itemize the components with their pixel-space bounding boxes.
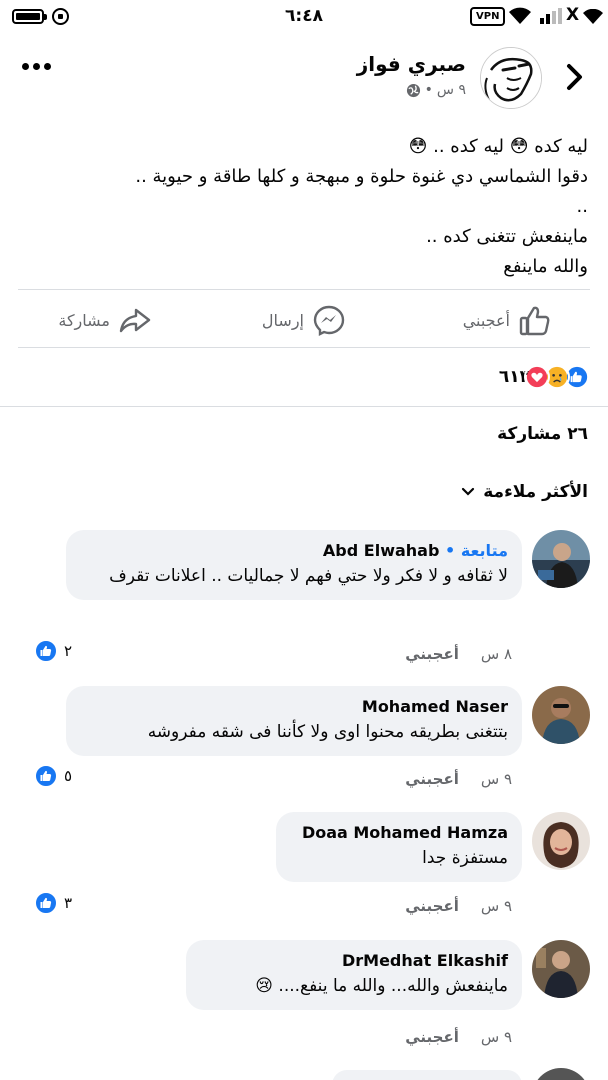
- comment-likes[interactable]: ٥: [34, 764, 72, 788]
- comment-time: ٩ س: [480, 1028, 512, 1046]
- comment-bubble[interactable]: متابعة • Abd Elwahab لا ثقافه و لا فكر و…: [66, 530, 522, 600]
- comment-text: مستفزة جدا: [422, 848, 508, 868]
- post-author-name[interactable]: صبري فواز: [357, 52, 466, 76]
- love-reaction-icon: [524, 364, 550, 390]
- commenter-avatar[interactable]: [532, 812, 590, 870]
- commenter-avatar[interactable]: [532, 686, 590, 744]
- like-badge-icon: [34, 891, 58, 915]
- comment-bubble[interactable]: DrMedhat Elkashif ماينفعش والله... والله…: [186, 940, 522, 1010]
- comment-like-button[interactable]: أعجبني: [405, 645, 459, 663]
- post-meta: ٩ س •: [406, 82, 466, 98]
- like-badge-icon: [34, 764, 58, 788]
- comment-author-name[interactable]: Doaa Mohamed Hamza: [290, 822, 508, 844]
- chevron-down-icon: [462, 487, 475, 496]
- comment-time: ٨ س: [480, 645, 512, 663]
- wifi-icon: [509, 7, 531, 24]
- comment-text: لا ثقافه و لا فكر ولا حتي فهم لا جماليات…: [109, 566, 508, 586]
- like-action-button[interactable]: أعجبني: [463, 300, 552, 340]
- follow-link[interactable]: متابعة: [461, 541, 508, 560]
- status-bar: ٦:٤٨ VPN X: [0, 0, 608, 34]
- post-time: ٩ س: [436, 82, 466, 98]
- share-action-label: مشاركة: [58, 310, 110, 330]
- like-action-label: أعجبني: [462, 310, 510, 330]
- comment-author-name[interactable]: Abd Elwahab: [323, 541, 440, 560]
- comment-sort-dropdown[interactable]: الأكثر ملاءمة: [461, 482, 588, 502]
- comment-bubble[interactable]: Doaa Mohamed Hamza مستفزة جدا: [276, 812, 522, 882]
- comment-meta: ٩ س أعجبني: [405, 897, 512, 915]
- post-line: دقوا الشماسي دي غنوة حلوة و مبهجة و كلها…: [135, 166, 588, 187]
- divider: [18, 347, 590, 348]
- comment-text: ماينفعش والله... والله ما ينفع.... 😢: [255, 976, 508, 996]
- comment-meta: ٩ س أعجبني: [405, 770, 512, 788]
- commenter-avatar[interactable]: [532, 1068, 590, 1080]
- post-line: والله ماينفع: [503, 256, 588, 277]
- shares-count[interactable]: ٢٦ مشاركة: [497, 424, 588, 444]
- comment-author-name[interactable]: DrMedhat Elkashif: [200, 950, 508, 972]
- more-options-icon[interactable]: [22, 63, 51, 70]
- share-action-button[interactable]: مشاركة: [58, 300, 152, 340]
- thumbs-up-icon: [519, 306, 550, 336]
- comment-time: ٩ س: [480, 770, 512, 788]
- send-action-label: إرسال: [261, 310, 304, 330]
- comment-meta: ٩ س أعجبني: [405, 1028, 512, 1046]
- back-chevron-icon[interactable]: [560, 60, 588, 94]
- comment-bubble[interactable]: Mohamed Naser بتتغنى بطريقه محنوا اوى ول…: [66, 686, 522, 756]
- comment-meta: ٨ س أعجبني: [405, 645, 512, 663]
- section-divider: [0, 406, 608, 407]
- post-line: ليه كده 😳 ليه كده .. 😳: [408, 136, 588, 157]
- comment-like-button[interactable]: أعجبني: [405, 897, 459, 915]
- sort-label: الأكثر ملاءمة: [483, 482, 588, 502]
- share-arrow-icon: [119, 308, 151, 333]
- comment-likes-count: ٣: [64, 894, 73, 912]
- reactions-summary[interactable]: ٦١٣: [493, 364, 590, 390]
- comment-author-line: متابعة • Abd Elwahab: [80, 540, 508, 562]
- comment-likes-count: ٢: [64, 642, 73, 660]
- vpn-badge: VPN: [470, 7, 506, 26]
- no-sim-mark: X: [566, 5, 580, 25]
- messenger-icon: [313, 305, 345, 336]
- signal-icon: [540, 8, 562, 24]
- comment-likes[interactable]: ٣: [34, 891, 72, 915]
- comment-time: ٩ س: [480, 897, 512, 915]
- post-line: ..: [576, 196, 588, 217]
- like-badge-icon: [34, 639, 58, 663]
- comment-author-name[interactable]: Mohamed Naser: [80, 696, 508, 718]
- post-line: ماينفعش تتغنى كده ..: [426, 226, 588, 247]
- comment-text: بتتغنى بطريقه محنوا اوى ولا كأننا فى شقه…: [147, 722, 508, 742]
- commenter-avatar[interactable]: [532, 940, 590, 998]
- comment-like-button[interactable]: أعجبني: [405, 1028, 459, 1046]
- author-avatar[interactable]: [480, 47, 542, 109]
- secondary-wifi-icon: [583, 9, 603, 24]
- globe-icon: [406, 83, 420, 97]
- comment-likes-count: ٥: [64, 767, 73, 785]
- meta-dot: •: [424, 82, 433, 98]
- comment-likes[interactable]: ٢: [34, 639, 72, 663]
- comment-like-button[interactable]: أعجبني: [405, 770, 459, 788]
- comment-bubble-partial[interactable]: [332, 1070, 522, 1080]
- send-action-button[interactable]: إرسال: [262, 300, 346, 340]
- post-text: ليه كده 😳 ليه كده .. 😳 دقوا الشماسي دي غ…: [28, 132, 588, 282]
- commenter-avatar[interactable]: [532, 530, 590, 588]
- divider: [18, 289, 590, 290]
- follow-dot: •: [445, 541, 456, 560]
